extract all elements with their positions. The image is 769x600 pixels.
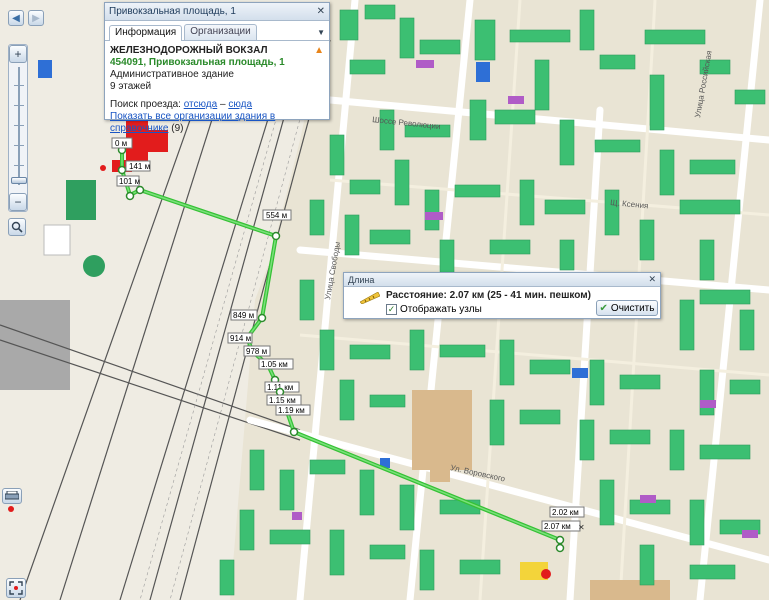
route-label: 1.05 км bbox=[261, 360, 288, 369]
popup-title: Привокзальная площадь, 1 bbox=[109, 6, 236, 17]
fullscreen-button[interactable] bbox=[6, 578, 26, 598]
route-label: 978 м bbox=[246, 347, 267, 356]
route-label: 141 м bbox=[129, 162, 150, 171]
route-to-link[interactable]: сюда bbox=[228, 99, 252, 110]
ruler-icon bbox=[360, 292, 380, 304]
warning-icon: ▲ bbox=[314, 45, 324, 56]
tab-information[interactable]: Информация bbox=[109, 25, 183, 41]
close-icon[interactable]: ✕ bbox=[317, 6, 325, 17]
route-label: 2.02 км bbox=[552, 508, 579, 517]
distance-panel: Длина ✕ Расстояние: 2.07 км (25 - 41 мин… bbox=[343, 272, 661, 319]
route-from-link[interactable]: отсюда bbox=[184, 99, 218, 110]
building-address: 454091, Привокзальная площадь, 1 bbox=[110, 57, 285, 68]
route-label: 0 м bbox=[115, 139, 127, 148]
organizations-count: (9) bbox=[171, 123, 184, 134]
printer-icon bbox=[5, 491, 19, 500]
tabs-dropdown-icon[interactable]: ▼ bbox=[317, 28, 325, 37]
expand-icon bbox=[9, 581, 23, 595]
route-node[interactable]: 914 м bbox=[227, 332, 253, 344]
route-label: 554 м bbox=[266, 211, 287, 220]
route-node[interactable] bbox=[135, 185, 145, 195]
route-label: 1.15 км bbox=[269, 396, 296, 405]
back-button[interactable]: ◀ bbox=[8, 10, 24, 26]
building-floors: 9 этажей bbox=[110, 81, 152, 92]
route-node[interactable]: 978 м bbox=[243, 345, 271, 357]
route-label: 101 м bbox=[119, 177, 140, 186]
distance-panel-title: Длина bbox=[348, 274, 375, 285]
show-nodes-checkbox[interactable]: ✓ bbox=[386, 304, 397, 315]
show-all-organizations-link[interactable]: Показать все организации здания в справо… bbox=[110, 111, 275, 134]
tab-organizations[interactable]: Организации bbox=[184, 24, 257, 40]
show-nodes-label: Отображать узлы bbox=[400, 304, 482, 315]
clear-button-label: Очистить bbox=[610, 302, 655, 314]
route-label: 849 м bbox=[233, 311, 254, 320]
clear-button[interactable]: ✔ Очистить bbox=[596, 300, 658, 316]
route-node[interactable]: 1.05 км bbox=[258, 358, 294, 370]
pin-icon[interactable] bbox=[8, 506, 14, 512]
eraser-icon: ✔ bbox=[599, 302, 608, 314]
close-icon[interactable]: ✕ bbox=[648, 274, 656, 285]
forward-button[interactable]: ▶ bbox=[28, 10, 44, 26]
zoom-out-button[interactable]: − bbox=[9, 193, 27, 211]
route-search-label: Поиск проезда: bbox=[110, 99, 181, 110]
route-dash: – bbox=[219, 99, 226, 110]
zoom-in-button[interactable]: + bbox=[9, 45, 27, 63]
route-label: 2.07 км bbox=[544, 522, 571, 531]
search-tool-button[interactable] bbox=[8, 218, 26, 236]
building-name: ЖЕЛЕЗНОДОРОЖНЫЙ ВОКЗАЛ bbox=[110, 45, 268, 56]
building-type: Административное здание bbox=[110, 69, 234, 80]
remove-last-node-icon[interactable]: ✕ bbox=[578, 523, 585, 532]
distance-text: Расстояние: 2.07 км (25 - 41 мин. пешком… bbox=[386, 290, 591, 301]
route-label: 914 м bbox=[230, 334, 251, 343]
route-label: 1.19 км bbox=[278, 406, 305, 415]
zoom-thumb[interactable] bbox=[11, 177, 27, 184]
zoom-control[interactable]: + − bbox=[8, 44, 28, 212]
layers-tool-button[interactable] bbox=[2, 488, 22, 504]
building-info-popup: Привокзальная площадь, 1 ✕ Информация Ор… bbox=[104, 2, 330, 134]
magnifier-icon bbox=[11, 221, 23, 233]
